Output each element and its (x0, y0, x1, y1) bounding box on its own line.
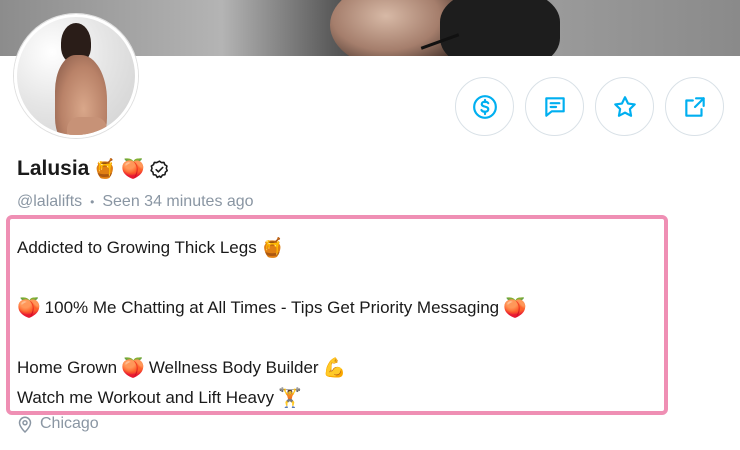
peach-emoji: 🍑 (503, 297, 527, 319)
peach-emoji: 🍑 (17, 297, 41, 319)
bio-line: Home Grown 🍑 Wellness Body Builder 💪 (17, 353, 664, 383)
profile-bio: Addicted to Growing Thick Legs 🍯 🍑 100% … (6, 215, 668, 415)
star-icon (613, 95, 636, 117)
honey-pot-emoji: 🍯 (260, 237, 285, 259)
verified-icon (149, 159, 170, 180)
separator-dot: • (90, 195, 95, 209)
bio-line: Addicted to Growing Thick Legs 🍯 (17, 233, 664, 263)
profile-meta: @lalalifts • Seen 34 minutes ago (17, 193, 254, 211)
bio-spacer (17, 323, 664, 353)
peach-emoji: 🍑 (121, 158, 145, 180)
bio-text: 100% Me Chatting at All Times - Tips Get… (44, 298, 500, 317)
bio-line: Watch me Workout and Lift Heavy 🏋️ (17, 383, 664, 413)
bio-spacer (17, 263, 664, 293)
flexed-bicep-emoji: 💪 (322, 357, 347, 379)
share-button[interactable] (665, 77, 724, 136)
avatar[interactable] (14, 14, 138, 138)
peach-emoji: 🍑 (121, 357, 145, 379)
message-button[interactable] (525, 77, 584, 136)
display-name: Lalusia (17, 157, 90, 180)
location-pin-icon (18, 416, 32, 433)
message-icon (544, 96, 565, 117)
favorite-button[interactable] (595, 77, 654, 136)
profile-location: Chicago (18, 415, 99, 433)
honey-pot-emoji: 🍯 (93, 158, 118, 180)
bio-line: 🍑 100% Me Chatting at All Times - Tips G… (17, 293, 664, 323)
location-text: Chicago (40, 415, 99, 432)
bio-text: Addicted to Growing Thick Legs (17, 238, 257, 257)
bio-text: Home Grown (17, 358, 118, 377)
last-seen-status: Seen 34 minutes ago (102, 193, 254, 210)
bio-text: Wellness Body Builder (148, 358, 319, 377)
cover-photo-clothing (440, 0, 560, 56)
profile-name-row: Lalusia 🍯 🍑 (17, 157, 170, 181)
username: @lalalifts (17, 193, 83, 210)
weightlifter-emoji: 🏋️ (278, 387, 302, 409)
avatar-legs (67, 117, 107, 135)
profile-actions (455, 77, 724, 136)
share-icon (684, 96, 705, 117)
bio-text: Watch me Workout and Lift Heavy (17, 388, 274, 407)
tip-button[interactable] (455, 77, 514, 136)
dollar-circle-icon (472, 94, 497, 119)
